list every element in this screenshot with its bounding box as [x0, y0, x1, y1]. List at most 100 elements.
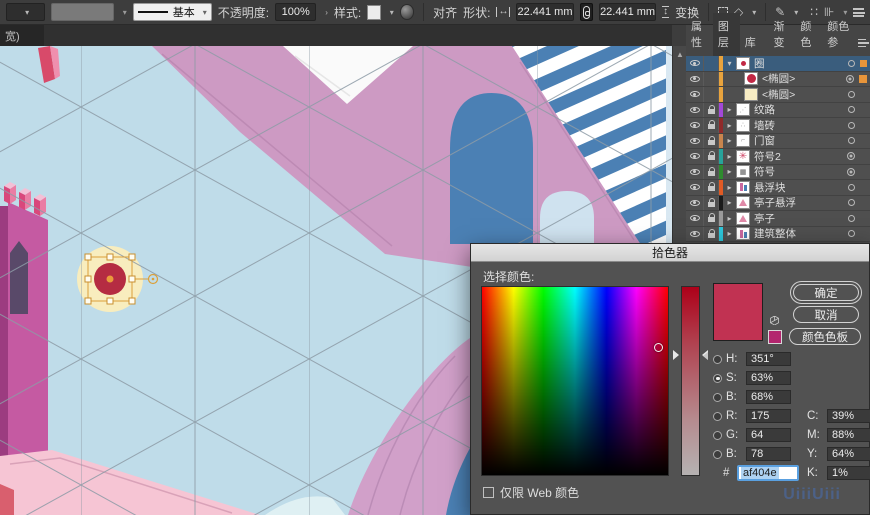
lock-toggle[interactable] [704, 211, 719, 226]
layer-thumbnail[interactable] [744, 87, 758, 101]
target-indicator[interactable] [848, 121, 855, 129]
lock-toggle[interactable] [704, 149, 719, 164]
target-indicator[interactable] [848, 183, 855, 191]
ok-button[interactable]: 确定 [790, 281, 862, 304]
expand-chevron-icon[interactable]: ▸ [723, 152, 736, 161]
visibility-toggle[interactable] [686, 164, 704, 179]
layer-row[interactable]: ▸ ▦ 符号 [686, 164, 870, 180]
red-radio[interactable] [713, 411, 722, 421]
layer-name[interactable]: 符号 [754, 164, 847, 179]
visibility-toggle[interactable] [686, 118, 704, 133]
layer-thumbnail[interactable] [736, 180, 750, 194]
green-input[interactable]: 64 [746, 428, 791, 442]
dialog-title[interactable]: 拾色器 [471, 244, 869, 262]
tab-libraries[interactable]: 库 [740, 29, 761, 56]
tab-layers[interactable]: 图层 [712, 13, 740, 56]
visibility-toggle[interactable] [686, 102, 704, 117]
target-indicator[interactable] [847, 152, 855, 161]
tab-properties[interactable]: 属性 [686, 13, 713, 56]
lock-toggle[interactable] [704, 87, 719, 102]
brightness-input[interactable]: 68% [746, 390, 791, 404]
lock-toggle[interactable] [704, 226, 719, 241]
saturation-slider[interactable] [681, 286, 700, 476]
expand-chevron-icon[interactable]: ▸ [723, 198, 736, 207]
expand-chevron-icon[interactable]: ▸ [723, 183, 736, 192]
target-indicator[interactable] [848, 106, 855, 114]
color-field-marker[interactable] [654, 343, 663, 352]
visibility-toggle[interactable] [686, 133, 704, 148]
layer-thumbnail[interactable] [744, 72, 758, 86]
expand-chevron-icon[interactable]: ▸ [723, 167, 736, 176]
blue-input[interactable]: 78 [746, 447, 791, 461]
layer-name[interactable]: <椭圆> [762, 87, 848, 102]
target-indicator[interactable] [847, 167, 855, 176]
layer-name[interactable]: 墙砖 [754, 118, 848, 133]
saturation-input[interactable]: 63% [746, 371, 791, 385]
cancel-button[interactable]: 取消 [793, 306, 859, 323]
layer-thumbnail[interactable] [736, 56, 750, 70]
layer-thumbnail[interactable]: ⌐ [736, 134, 750, 148]
saturation-radio[interactable] [713, 373, 722, 383]
swatch-preview-dropdown[interactable] [51, 3, 114, 21]
layer-thumbnail[interactable]: ✳ [736, 149, 750, 163]
closest-web-color-swatch[interactable] [768, 330, 782, 344]
layer-row[interactable]: ▾ 圈 [686, 56, 870, 72]
width-input[interactable]: 22.441 mm [516, 3, 574, 21]
panel-menu-icon[interactable] [857, 39, 870, 47]
opacity-input[interactable]: 100% [275, 3, 317, 21]
lock-toggle[interactable] [704, 180, 719, 195]
target-indicator[interactable] [848, 137, 855, 145]
target-indicator[interactable] [848, 90, 855, 98]
visibility-toggle[interactable] [686, 180, 704, 195]
black-input[interactable]: 1% [827, 466, 870, 480]
web-only-checkbox[interactable] [483, 487, 494, 498]
out-of-gamut-cube-icon[interactable] [770, 316, 779, 325]
magenta-input[interactable]: 88% [827, 428, 870, 442]
height-input[interactable]: 22.441 mm [599, 3, 657, 21]
layer-thumbnail[interactable] [736, 227, 750, 241]
lock-toggle[interactable] [704, 71, 719, 86]
expand-chevron-icon[interactable]: ▸ [723, 121, 736, 130]
lock-toggle[interactable] [704, 133, 719, 148]
stroke-style-dropdown[interactable]: 基本 ▾ [132, 3, 212, 21]
link-dimensions-toggle[interactable] [579, 3, 594, 21]
target-indicator[interactable] [848, 214, 855, 222]
layer-row[interactable]: ▸ 悬浮块 [686, 180, 870, 196]
collapse-chevron-icon[interactable]: ▾ [723, 59, 736, 68]
layer-thumbnail[interactable] [736, 196, 750, 210]
collapse-arrow-icon[interactable] [703, 352, 708, 360]
align-button[interactable]: 对齐 [433, 4, 457, 21]
scroll-up-icon[interactable]: ▲ [676, 51, 684, 59]
lock-toggle[interactable] [704, 195, 719, 210]
lock-toggle[interactable] [704, 118, 719, 133]
target-indicator[interactable] [848, 230, 855, 238]
cyan-input[interactable]: 39% [827, 409, 870, 423]
recolor-artwork-icon[interactable] [399, 4, 415, 20]
layer-name[interactable]: 悬浮块 [754, 180, 848, 195]
layer-thumbnail[interactable]: ⋰ [736, 103, 750, 117]
hue-input[interactable]: 351° [746, 352, 791, 366]
lock-toggle[interactable] [704, 164, 719, 179]
blue-radio[interactable] [713, 449, 722, 459]
green-radio[interactable] [713, 430, 722, 440]
lock-toggle[interactable] [704, 102, 719, 117]
expand-chevron-icon[interactable]: ▸ [723, 136, 736, 145]
visibility-toggle[interactable] [686, 56, 704, 71]
layer-name[interactable]: <椭圆> [762, 71, 846, 86]
target-indicator[interactable] [848, 59, 855, 67]
tab-color[interactable]: 颜色 [795, 13, 822, 56]
layer-row[interactable]: <椭圆> [686, 87, 870, 103]
yellow-input[interactable]: 64% [827, 447, 870, 461]
expand-chevron-icon[interactable]: ▸ [723, 214, 736, 223]
target-indicator[interactable] [846, 74, 854, 83]
layer-name[interactable]: 亭子 [754, 211, 848, 226]
layer-thumbnail[interactable]: ∴ [736, 118, 750, 132]
document-tab[interactable]: 宽) [0, 25, 44, 46]
expand-chevron-icon[interactable]: ▸ [723, 105, 736, 114]
hue-radio[interactable] [713, 354, 722, 364]
lock-toggle[interactable] [704, 56, 719, 71]
layer-name[interactable]: 纹路 [754, 102, 848, 117]
chevron-right-icon[interactable]: › [325, 8, 328, 17]
layer-name[interactable]: 建筑整体 [754, 226, 848, 241]
tab-color-guide[interactable]: 颜色参 [822, 13, 857, 56]
